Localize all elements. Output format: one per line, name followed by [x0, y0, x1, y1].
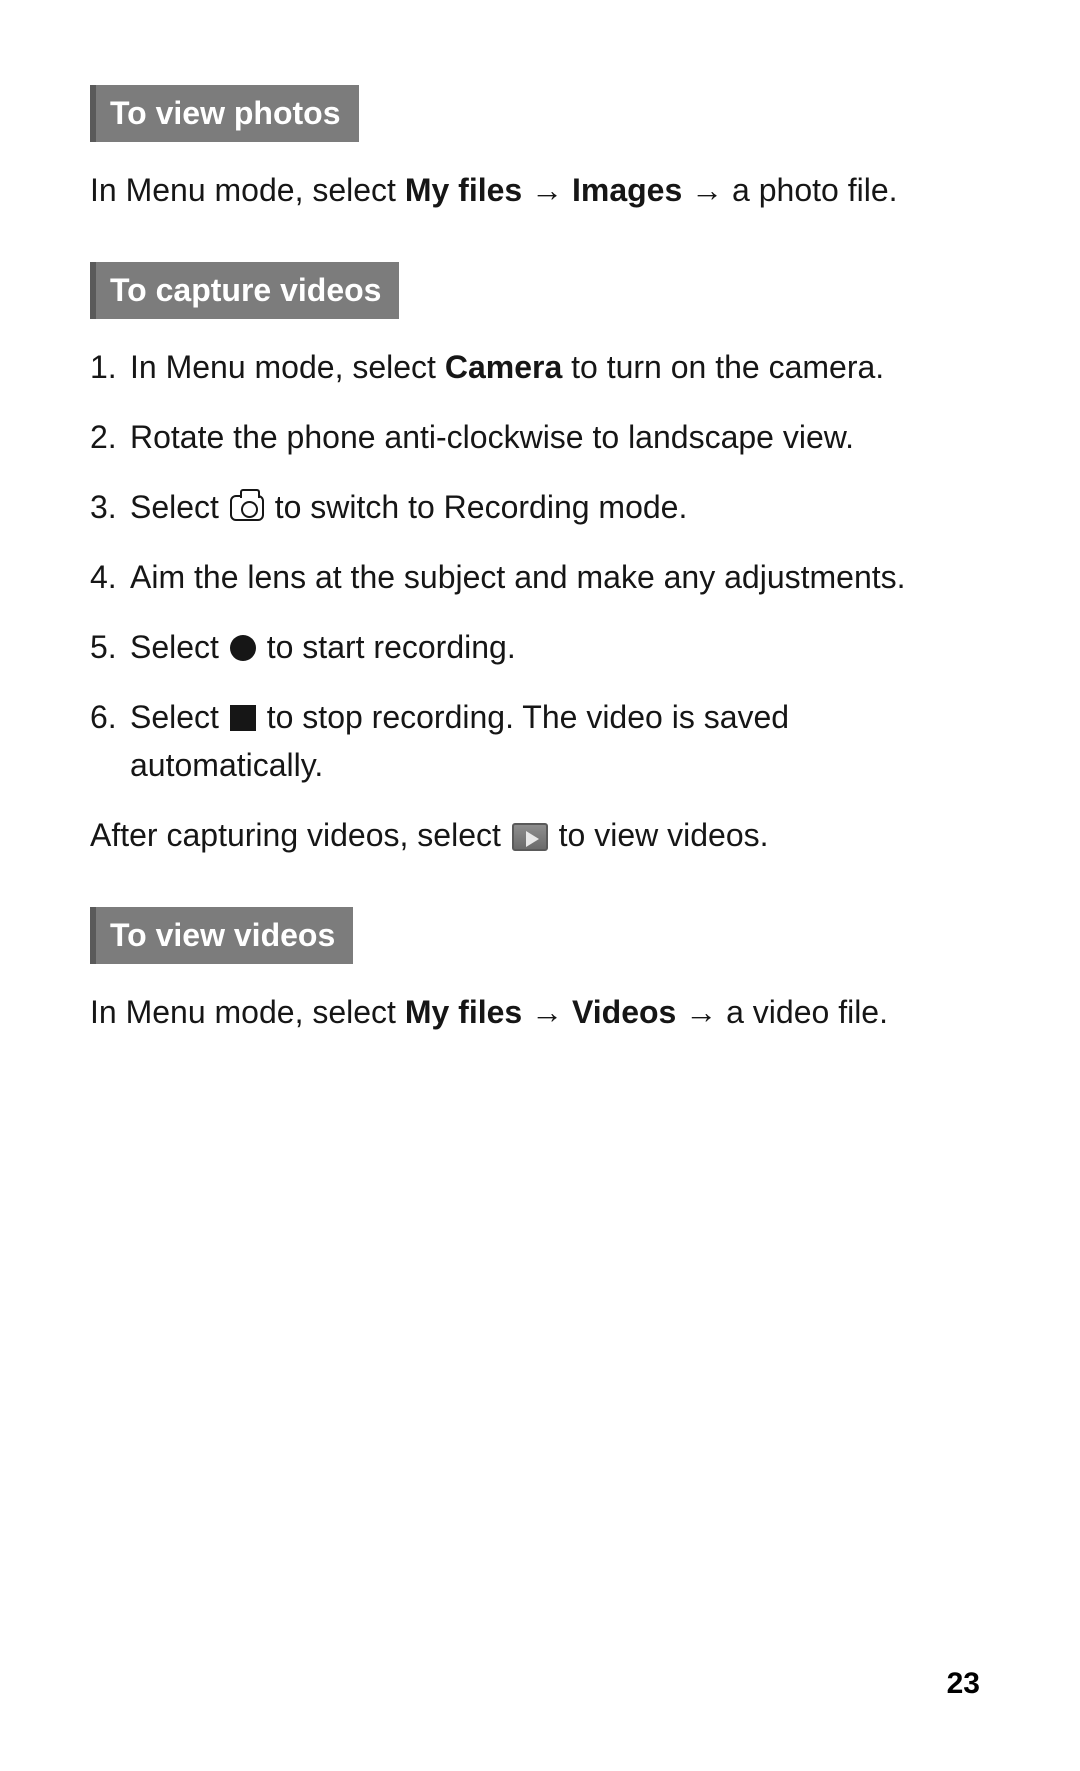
arrow-text: → [682, 172, 732, 208]
bold-text: Images [572, 172, 682, 208]
text: to start recording. [258, 629, 516, 665]
paragraph-view-videos: In Menu mode, select My files → Videos →… [90, 988, 990, 1036]
arrow-text: → [522, 994, 572, 1030]
arrow-text: → [676, 994, 726, 1030]
text: to turn on the camera. [562, 349, 884, 385]
text: In Menu mode, select [130, 349, 445, 385]
manual-page: To view photos In Menu mode, select My f… [0, 0, 1080, 1144]
text: a photo file. [732, 172, 897, 208]
bold-text: My files [405, 994, 522, 1030]
record-circle-icon [230, 635, 256, 661]
text: to view videos. [550, 817, 769, 853]
arrow-text: → [522, 172, 572, 208]
page-number: 23 [947, 1667, 980, 1701]
text: After capturing videos, select [90, 817, 510, 853]
step-5: Select to start recording. [90, 623, 990, 671]
text: In Menu mode, select [90, 994, 405, 1030]
camera-icon [230, 495, 264, 521]
paragraph-view-photos: In Menu mode, select My files → Images →… [90, 166, 990, 214]
bold-text: Camera [445, 349, 562, 385]
step-3: Select to switch to Recording mode. [90, 483, 990, 531]
text: In Menu mode, select [90, 172, 405, 208]
play-icon [512, 823, 548, 851]
text: to switch to Recording mode. [266, 489, 688, 525]
text: Aim the lens at the subject and make any… [130, 559, 906, 595]
text: Rotate the phone anti-clockwise to lands… [130, 419, 854, 455]
paragraph-after-capture: After capturing videos, select to view v… [90, 811, 990, 859]
text: Select [130, 699, 228, 735]
steps-capture-videos: In Menu mode, select Camera to turn on t… [90, 343, 990, 789]
step-4: Aim the lens at the subject and make any… [90, 553, 990, 601]
bold-text: My files [405, 172, 522, 208]
text: Select [130, 629, 228, 665]
heading-view-videos: To view videos [90, 907, 353, 964]
step-1: In Menu mode, select Camera to turn on t… [90, 343, 990, 391]
step-2: Rotate the phone anti-clockwise to lands… [90, 413, 990, 461]
step-6: Select to stop recording. The video is s… [90, 693, 990, 789]
text: Select [130, 489, 228, 525]
heading-view-photos: To view photos [90, 85, 359, 142]
heading-capture-videos: To capture videos [90, 262, 399, 319]
stop-square-icon [230, 705, 256, 731]
text: a video file. [726, 994, 888, 1030]
bold-text: Videos [572, 994, 676, 1030]
